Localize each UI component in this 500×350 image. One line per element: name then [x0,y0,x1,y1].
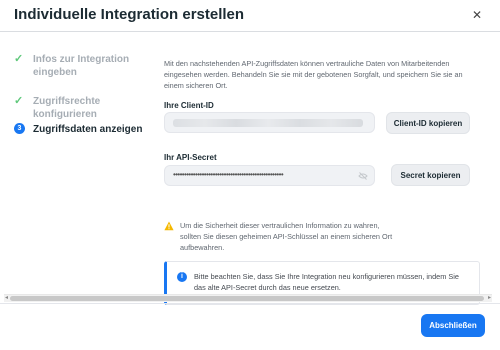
scroll-right-arrow-icon[interactable]: ▸ [488,295,491,302]
steps-sidebar: ✓ Infos zur Integration eingeben ✓ Zugri… [0,32,155,294]
copy-secret-button[interactable]: Secret kopieren [391,164,470,186]
step-label: Infos zur Integration eingeben [33,54,130,78]
check-icon: ✓ [14,95,24,107]
copy-client-id-button[interactable]: Client-ID kopieren [386,112,470,134]
scroll-left-arrow-icon[interactable]: ◂ [5,295,8,302]
step-label: Zugriffsrechte konfigurieren [33,96,101,120]
step-access-rights[interactable]: ✓ Zugriffsrechte konfigurieren [14,95,164,121]
warning-icon [164,221,174,231]
footer-divider [0,303,500,304]
check-icon: ✓ [14,53,24,65]
dialog-header: Individuelle Integration erstellen ✕ [0,0,500,31]
client-id-label: Ihre Client-ID [164,101,214,110]
security-warning: Um die Sicherheit dieser vertraulichen I… [164,220,394,253]
api-secret-field[interactable]: ••••••••••••••••••••••••••••••••••••••••… [164,165,375,186]
api-secret-masked-value: ••••••••••••••••••••••••••••••••••••••••… [173,170,284,179]
horizontal-scrollbar[interactable]: ◂ ▸ [4,294,492,302]
finish-button[interactable]: Abschließen [421,314,485,337]
intro-text: Mit den nachstehenden API-Zugriffsdaten … [164,59,463,90]
eye-off-icon[interactable] [358,171,368,181]
close-icon: ✕ [471,8,483,22]
step-access-data[interactable]: 3 Zugriffsdaten anzeigen [14,123,164,136]
client-id-value-redacted [173,119,363,127]
scrollbar-thumb[interactable] [10,296,484,301]
info-icon: i [177,272,187,282]
client-id-field[interactable] [164,112,375,133]
warning-text: Um die Sicherheit dieser vertraulichen I… [180,221,393,252]
dialog-title: Individuelle Integration erstellen [14,6,245,23]
close-button[interactable]: ✕ [468,6,486,24]
api-secret-label: Ihr API-Secret [164,153,217,162]
step-number-badge: 3 [14,123,25,134]
step-integration-info[interactable]: ✓ Infos zur Integration eingeben [14,53,149,79]
step-label: Zugriffsdaten anzeigen [33,124,143,135]
